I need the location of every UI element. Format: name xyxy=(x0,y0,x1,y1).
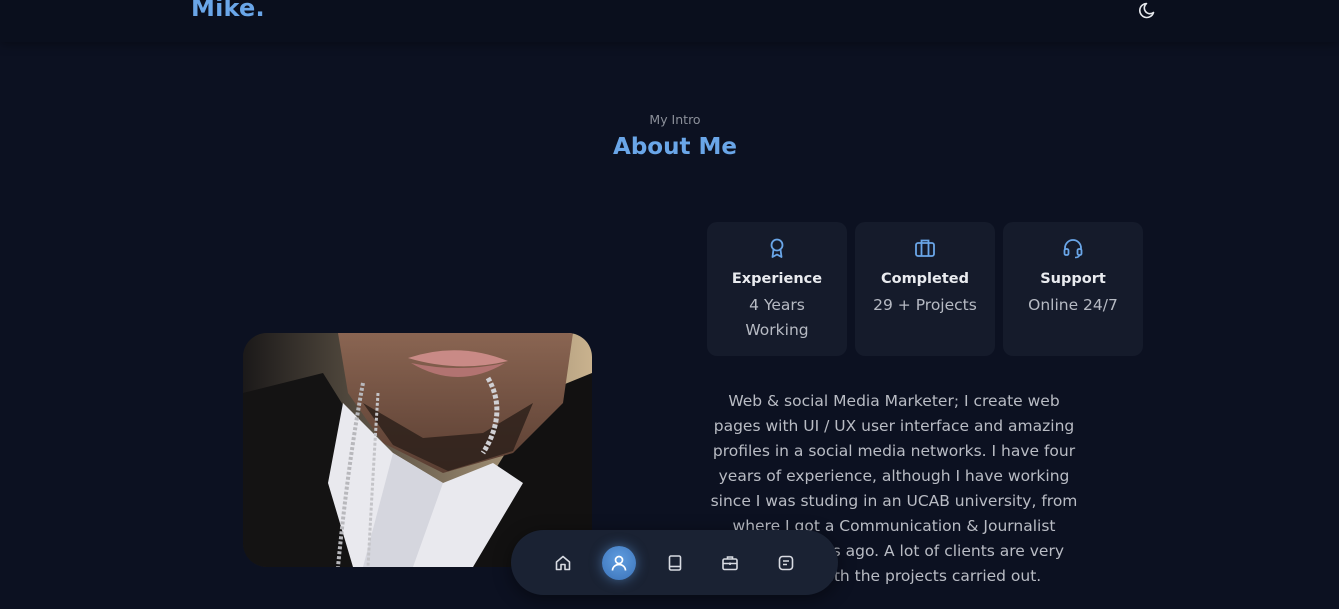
logo[interactable]: Mike. xyxy=(191,0,265,22)
nav-skills-button[interactable] xyxy=(658,546,692,580)
card-title: Completed xyxy=(880,271,970,287)
briefcase-icon xyxy=(914,237,936,259)
message-icon xyxy=(778,555,794,571)
card-subtitle: Online 24/7 xyxy=(1028,296,1118,314)
card-title: Support xyxy=(1040,271,1106,287)
theme-toggle-button[interactable] xyxy=(1138,0,1160,20)
bottom-nav xyxy=(511,530,838,595)
header: Mike. xyxy=(0,0,1339,42)
briefcase-icon xyxy=(722,556,738,571)
headset-icon xyxy=(1062,237,1084,259)
card-title: Experience xyxy=(731,271,823,287)
nav-about-button[interactable] xyxy=(602,546,636,580)
nav-portfolio-button[interactable] xyxy=(769,546,803,580)
card-subtitle: 29 + Projects xyxy=(873,296,977,314)
support-card: Support Online 24/7 xyxy=(1003,222,1143,356)
section-title: About Me xyxy=(613,134,737,160)
user-icon xyxy=(611,555,627,571)
nav-home-button[interactable] xyxy=(546,546,580,580)
nav-services-button[interactable] xyxy=(713,546,747,580)
card-subtitle: 4 Years Working xyxy=(745,296,809,339)
book-icon xyxy=(668,555,682,571)
section-subtitle: My Intro xyxy=(649,112,701,127)
experience-card: Experience 4 Years Working xyxy=(707,222,847,356)
moon-icon xyxy=(1139,2,1155,19)
home-icon xyxy=(555,555,571,571)
completed-card: Completed 29 + Projects xyxy=(855,222,995,356)
award-icon xyxy=(766,237,788,259)
